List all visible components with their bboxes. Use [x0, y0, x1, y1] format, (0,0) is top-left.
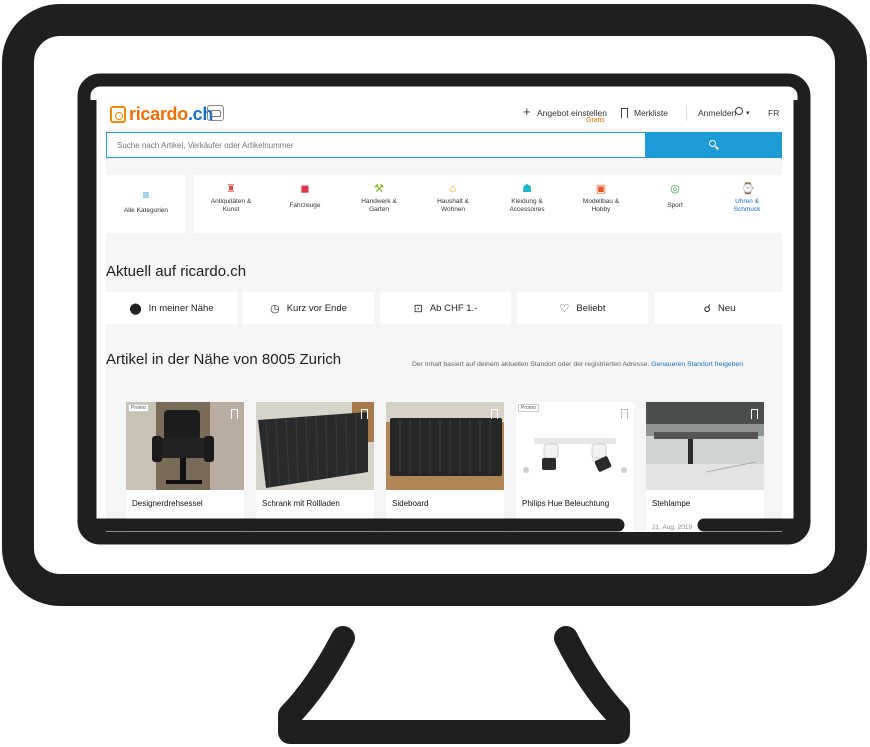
antiques-icon: ♜	[226, 183, 236, 195]
location-note-text: Der Inhalt basiert auf deinem aktuellen …	[412, 361, 650, 368]
filter-from-chf1[interactable]: ⊡ Ab CHF 1.-	[380, 292, 511, 324]
alarm-clock-icon: ◷	[270, 302, 280, 315]
filter-label: Neu	[717, 302, 736, 314]
filter-label: Kurz vor Ende	[286, 302, 347, 314]
listing-card[interactable]: Stehlampe 21. Aug. 2019	[646, 402, 764, 532]
header-divider	[686, 105, 687, 121]
monitor-illustration: ricardo.ch + Angebot einstellen Gratis M…	[0, 0, 870, 747]
category-strip: ♜ Antiquitäten & Kunst ◼ Fahrzeuge ⚒ Han…	[194, 175, 782, 233]
category-label: Fahrzeuge	[289, 202, 321, 209]
watchlist-link[interactable]: Merkliste	[634, 108, 668, 118]
listing-card[interactable]: Schrank mit Rollladen	[256, 402, 374, 532]
new-icon: ☌	[703, 302, 711, 315]
all-categories-button[interactable]: ≡ Alle Kategorien	[106, 175, 186, 233]
category-tools-garden[interactable]: ⚒ Handwerk & Garten	[344, 175, 414, 233]
login-link[interactable]: Anmelden	[698, 108, 736, 118]
filter-row: ⬤ In meiner Nähe ◷ Kurz vor Ende ⊡ Ab CH…	[106, 292, 782, 324]
category-household[interactable]: ⌂ Haushalt & Wohnen	[418, 175, 488, 233]
category-label: Haushalt & Wohnen	[437, 198, 469, 213]
promo-badge: Promo	[128, 404, 149, 412]
plus-icon[interactable]: +	[523, 104, 531, 119]
user-icon[interactable]	[735, 107, 743, 115]
listing-date: 21. Aug. 2019	[652, 524, 693, 531]
filter-popular[interactable]: ♡ Beliebt	[517, 292, 648, 324]
filter-label: Ab CHF 1.-	[429, 302, 478, 314]
bookmark-icon[interactable]	[361, 409, 368, 419]
category-watches[interactable]: ⌚ Uhren & Schmuck	[712, 175, 782, 233]
location-note: Der Inhalt basiert auf deinem aktuellen …	[412, 361, 743, 368]
bookmark-icon[interactable]	[751, 409, 758, 419]
listing-title: Philips Hue Beleuchtung	[522, 499, 610, 508]
watch-icon: ⌚	[741, 183, 755, 195]
listing-title: Sideboard	[392, 499, 429, 508]
category-clothing[interactable]: ☗ Kleidung & Accessoires	[492, 175, 562, 233]
category-vehicles[interactable]: ◼ Fahrzeuge	[270, 175, 340, 233]
bookmark-icon[interactable]	[491, 409, 498, 419]
category-label: Antiquitäten & Kunst	[210, 198, 252, 213]
chevron-down-icon[interactable]: ▾	[746, 109, 750, 117]
filter-label: In meiner Nähe	[148, 302, 214, 314]
category-label: Handwerk & Garten	[361, 198, 397, 213]
filter-label: Beliebt	[576, 302, 606, 314]
category-label: Uhren & Schmuck	[733, 198, 761, 213]
section-title-nearby: Artikel in der Nähe von 8005 Zurich	[106, 351, 342, 368]
car-icon[interactable]	[207, 105, 224, 121]
listing-title: Schrank mit Rollladen	[262, 499, 340, 508]
share-location-link[interactable]: Genaueren Standort freigeben	[651, 361, 743, 368]
nearby-listings: Promo Designerdrehsessel Schrank mit Rol…	[106, 390, 782, 532]
search-button[interactable]	[646, 132, 782, 158]
filter-new[interactable]: ☌ Neu	[654, 292, 782, 324]
bookmark-icon[interactable]	[231, 409, 238, 419]
listing-image	[646, 402, 764, 490]
listing-image	[386, 402, 504, 490]
category-label: Modellbau & Hobby	[582, 198, 620, 213]
category-label: Sport	[667, 202, 683, 209]
ricardo-logo[interactable]: ricardo.ch	[110, 104, 213, 124]
browser-screen: ricardo.ch + Angebot einstellen Gratis M…	[106, 100, 782, 532]
location-pin-icon: ⬤	[129, 302, 142, 315]
search-bar	[106, 132, 782, 158]
price-tag-icon: ⊡	[413, 302, 423, 315]
train-icon: ▣	[595, 183, 607, 195]
category-sport[interactable]: ◎ Sport	[640, 175, 710, 233]
listing-image	[516, 402, 634, 490]
category-hobby[interactable]: ▣ Modellbau & Hobby	[566, 175, 636, 233]
listing-title: Stehlampe	[652, 499, 691, 508]
listing-card[interactable]: Promo Designerdrehsessel	[126, 402, 244, 532]
filter-nearby[interactable]: ⬤ In meiner Nähe	[106, 292, 237, 324]
listing-title: Designerdrehsessel	[132, 499, 203, 508]
listing-card[interactable]: Promo Philips Hue Beleuchtung	[516, 402, 634, 532]
section-title-current: Aktuell auf ricardo.ch	[106, 263, 247, 280]
filter-ending-soon[interactable]: ◷ Kurz vor Ende	[243, 292, 374, 324]
language-switch[interactable]: FR	[768, 108, 779, 118]
gratis-badge: Gratis	[586, 117, 605, 124]
category-label: Kleidung & Accessoires	[509, 198, 545, 213]
listing-card[interactable]: Sideboard	[386, 402, 504, 532]
menu-icon: ≡	[142, 188, 150, 202]
ball-icon: ◎	[670, 183, 680, 195]
household-icon: ⌂	[449, 183, 457, 195]
listing-image	[126, 402, 244, 490]
tools-icon: ⚒	[374, 183, 384, 195]
logo-text: ricardo	[129, 103, 188, 124]
search-icon	[709, 140, 716, 147]
all-categories-label: Alle Kategorien	[123, 207, 169, 214]
car-icon: ◼	[300, 183, 310, 195]
bookmark-icon[interactable]	[621, 108, 628, 118]
heart-icon: ♡	[559, 302, 570, 315]
shirt-icon: ☗	[522, 183, 532, 195]
monitor-stand	[278, 626, 630, 744]
promo-badge: Promo	[518, 404, 539, 412]
bookmark-icon[interactable]	[621, 409, 628, 419]
search-input[interactable]	[106, 132, 646, 158]
listing-image	[256, 402, 374, 490]
site-header: ricardo.ch + Angebot einstellen Gratis M…	[106, 100, 782, 128]
category-antiques[interactable]: ♜ Antiquitäten & Kunst	[196, 175, 266, 233]
logo-icon	[110, 105, 126, 123]
